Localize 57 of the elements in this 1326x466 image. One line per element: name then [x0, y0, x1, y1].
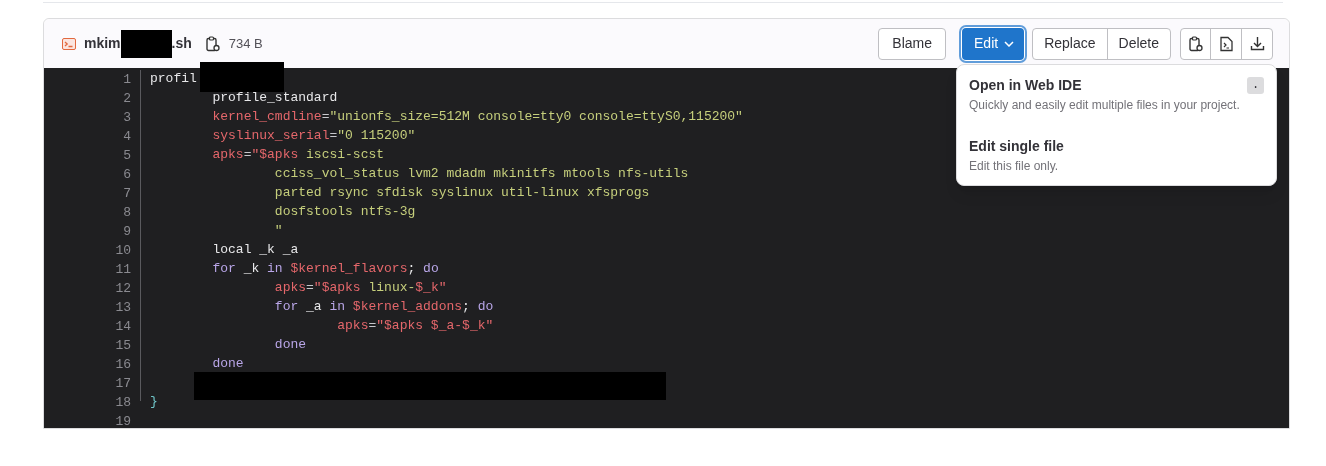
redaction-bar — [120, 29, 172, 58]
keyboard-shortcut: . — [1247, 76, 1264, 94]
code-line: parted rsync sfdisk syslinux util-linux xfsprogs — [273, 184, 650, 202]
line-number: 13 — [115, 299, 131, 317]
line-number: 16 — [115, 356, 131, 374]
line-number: 19 — [115, 413, 131, 431]
code-line: cciss_vol_status lvm2 mdadm mkinitfs mtools nfs-utils — [273, 165, 689, 183]
menu-item-title: Open in Web IDE — [969, 76, 1082, 95]
terminal-file-icon — [62, 36, 76, 51]
line-number: 9 — [123, 223, 131, 241]
replace-button[interactable]: Replace — [1033, 28, 1108, 59]
code-line: local _k _a — [211, 241, 299, 259]
line-number: 5 — [123, 147, 131, 165]
code-line: done — [211, 355, 244, 373]
code-line: for _k in $kernel_flavors; do — [211, 260, 439, 278]
code-line: syslinux_serial="0 115200" — [211, 127, 416, 145]
code-line: dosfstools ntfs-3g — [273, 203, 416, 221]
line-number: 6 — [123, 166, 131, 184]
line-number: 14 — [115, 318, 131, 336]
line-number: 4 — [123, 128, 131, 146]
code-line: apks="$apks linux-$_k" — [273, 279, 447, 297]
file-name: mkim — [84, 34, 121, 53]
copy-icon[interactable] — [205, 35, 220, 52]
terminal-file-icon — [1219, 35, 1233, 52]
edit-button[interactable]: Edit — [962, 27, 1025, 60]
code-line: } — [150, 393, 158, 411]
line-number: 2 — [123, 90, 131, 108]
line-number: 12 — [115, 280, 131, 298]
menu-item[interactable]: Edit single file Edit this file only. — [961, 130, 1272, 181]
copy-icon — [1188, 35, 1203, 52]
line-number: 17 — [115, 375, 131, 393]
code-line: done — [273, 336, 307, 354]
line-number: 15 — [115, 337, 131, 355]
line-number: 11 — [115, 261, 131, 279]
menu-item[interactable]: Open in Web IDE . Quickly and easily edit multiple files in your project. — [961, 69, 1272, 120]
code-line: for _a in $kernel_addons; do — [273, 298, 494, 316]
line-number: 8 — [123, 204, 131, 222]
chevron-down-icon — [1004, 40, 1015, 47]
line-number: 7 — [123, 185, 131, 203]
code-line: profil — [150, 70, 197, 88]
download-icon — [1249, 36, 1265, 51]
menu-item-title: Edit single file — [969, 137, 1064, 156]
menu-item-description: Edit this file only. — [969, 158, 1060, 175]
menu-item-description: Quickly and easily edit multiple files in your project. — [969, 97, 1241, 114]
line-number: 18 — [115, 394, 131, 412]
blame-button[interactable]: Blame — [878, 27, 947, 60]
code-line: kernel_cmdline="unionfs_size=512M console=tty0 console=ttyS0,115200" — [211, 108, 743, 126]
file-name: .sh — [171, 34, 192, 53]
line-number: 1 — [123, 71, 131, 89]
code-line: apks="$apks iscsi-scst — [211, 146, 385, 164]
code-line: apks="$apks $_a-$_k" — [336, 317, 494, 335]
code-line: " — [273, 222, 283, 240]
delete-button[interactable]: Delete — [1107, 28, 1170, 59]
line-number: 10 — [115, 242, 131, 260]
code-line: profile_standard — [211, 89, 338, 107]
line-number: 3 — [123, 109, 131, 127]
file-size: 734 B — [228, 34, 263, 53]
